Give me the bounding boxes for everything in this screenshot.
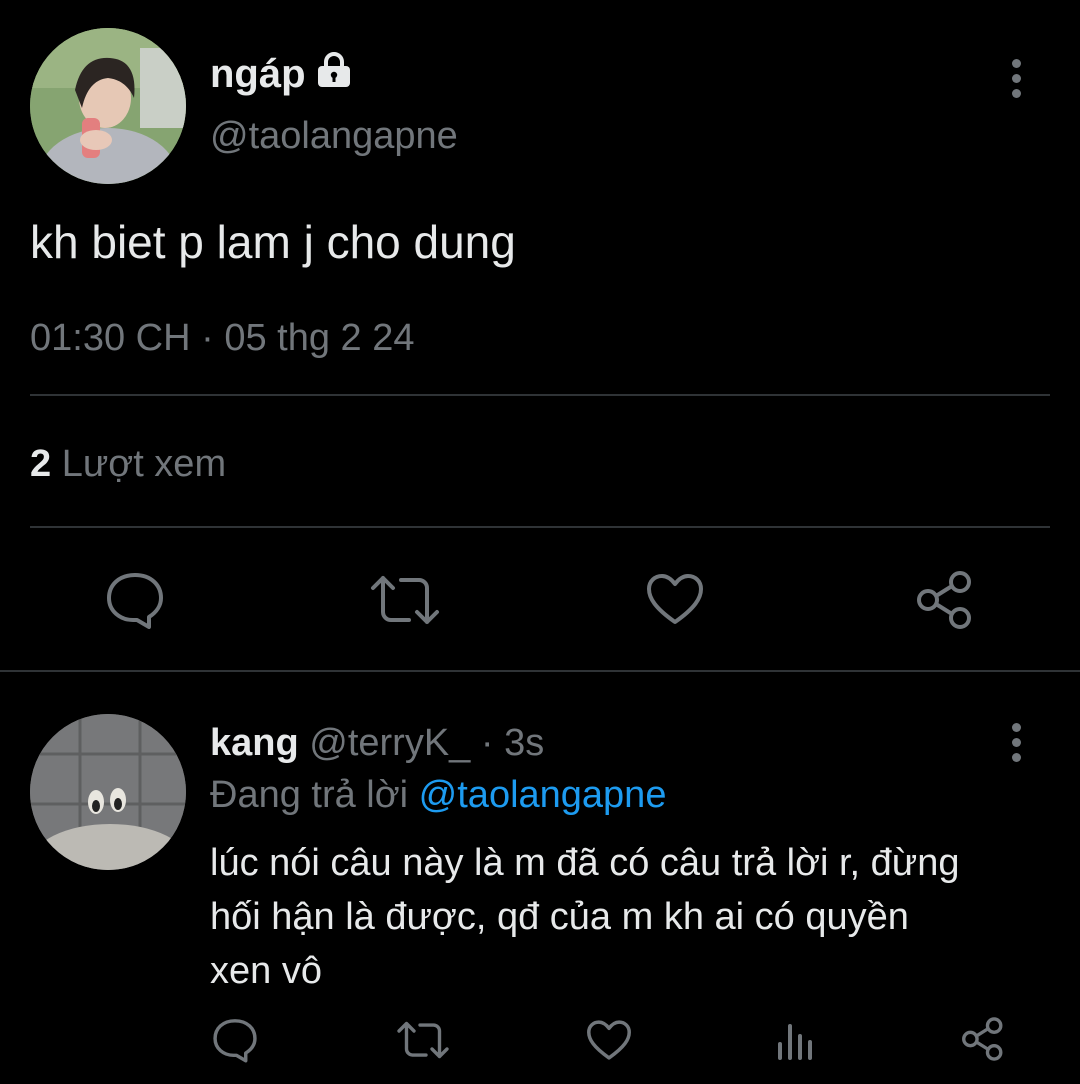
share-icon[interactable] (914, 570, 976, 630)
views-count: 2 (30, 443, 52, 485)
reply-reply-icon[interactable] (212, 1017, 258, 1063)
views-icon[interactable] (774, 1018, 818, 1060)
main-tweet-avatar[interactable] (30, 28, 186, 184)
reply-like-icon[interactable] (585, 1019, 633, 1061)
reply-icon[interactable] (105, 571, 165, 629)
reply-retweet-icon[interactable] (396, 1020, 450, 1060)
section-divider (0, 670, 1080, 672)
reply-header: kang @terryK_ · 3s (210, 718, 544, 768)
timestamp-separator: · (201, 317, 214, 359)
reply-text: lúc nói câu này là m đã có câu trả lời r… (210, 836, 960, 998)
tweet-time: 01:30 CH (30, 317, 191, 359)
reply-share-icon[interactable] (960, 1016, 1006, 1062)
divider (30, 394, 1050, 396)
reply-display-name[interactable]: kang (210, 722, 299, 764)
reply-more-icon[interactable] (996, 712, 1036, 772)
replying-to-link[interactable]: @taolangapne (419, 774, 667, 816)
more-icon[interactable] (996, 48, 1036, 108)
reply-text-line: lúc nói câu này là m đã có câu trả lời r… (210, 842, 960, 884)
reply-separator: · (480, 722, 494, 764)
views-row[interactable]: 2 Lượt xem (30, 440, 226, 488)
main-tweet-text: kh biet p lam j cho dung (30, 216, 516, 268)
reply-text-line: hối hận là được, qđ của m kh ai có quyền (210, 896, 909, 938)
lock-icon (314, 52, 354, 88)
divider (30, 526, 1050, 528)
reply-age: 3s (504, 722, 545, 764)
main-handle[interactable]: @taolangapne (210, 112, 458, 160)
views-label: Lượt xem (61, 443, 227, 485)
avatar-photo (30, 28, 186, 184)
reply-handle[interactable]: @terryK_ (309, 722, 470, 764)
replying-prefix: Đang trả lời (210, 774, 409, 816)
replying-to-row: Đang trả lời @taolangapne (210, 770, 666, 820)
retweet-icon[interactable] (369, 574, 441, 626)
avatar-photo (30, 714, 186, 870)
tweet-date: 05 thg 2 24 (224, 317, 415, 359)
like-icon[interactable] (645, 572, 705, 626)
reply-text-line: xen vô (210, 950, 322, 992)
tweet-timestamp-row: 01:30 CH · 05 thg 2 24 (30, 314, 415, 362)
main-display-name[interactable]: ngáp (210, 50, 306, 98)
reply-avatar[interactable] (30, 714, 186, 870)
